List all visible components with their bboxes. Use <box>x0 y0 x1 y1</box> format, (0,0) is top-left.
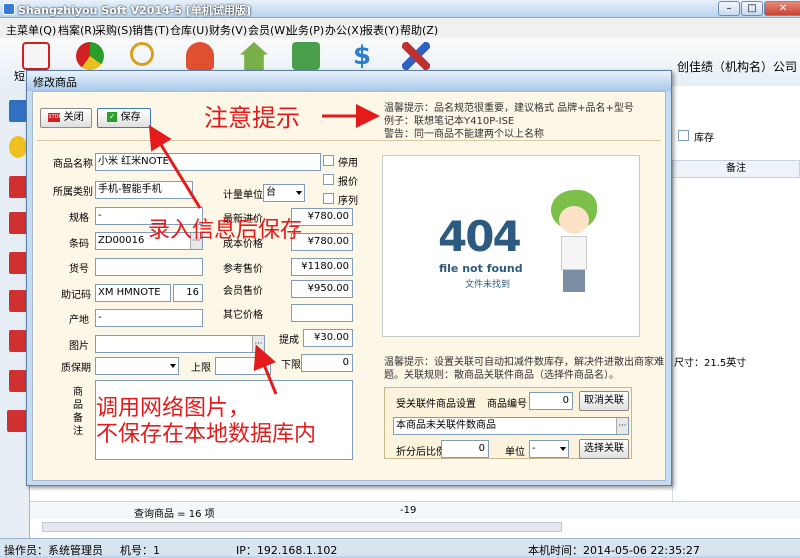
annotation-arrows <box>148 104 380 395</box>
arrow-to-image <box>253 344 278 395</box>
arrow-to-save <box>148 124 202 209</box>
status-bar: 操作员：系统管理员 机号：1 IP：192.168.1.102 本机时间：201… <box>0 538 800 557</box>
